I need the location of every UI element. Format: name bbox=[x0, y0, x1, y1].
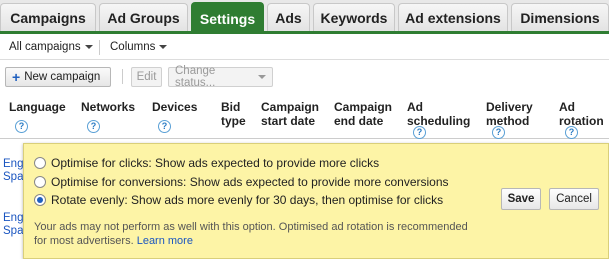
tab-ad-extensions[interactable]: Ad extensions bbox=[398, 3, 508, 31]
radio-optimise-clicks[interactable] bbox=[34, 157, 46, 169]
ad-rotation-popup: Optimise for clicks: Show ads expected t… bbox=[23, 143, 609, 259]
column-rotation-line2: rotation bbox=[559, 114, 604, 128]
row-language-line1: Eng bbox=[3, 158, 24, 170]
chevron-down-icon bbox=[84, 45, 93, 49]
column-delivery-method[interactable]: Delivery method bbox=[486, 100, 533, 128]
column-campaign-start-date[interactable]: Campaign start date bbox=[261, 100, 319, 128]
column-start-line1: Campaign bbox=[261, 100, 320, 114]
tab-campaigns[interactable]: Campaigns bbox=[0, 3, 96, 31]
column-devices[interactable]: Devices bbox=[152, 100, 197, 114]
column-language[interactable]: Language bbox=[9, 100, 66, 114]
option-rotate-evenly[interactable]: Rotate evenly: Show ads more evenly for … bbox=[34, 193, 443, 207]
columns-dropdown[interactable]: Columns bbox=[110, 41, 168, 53]
divider bbox=[122, 69, 123, 84]
row-language-line1: Eng bbox=[3, 212, 24, 224]
column-bid-type-line1: Bid bbox=[221, 100, 241, 114]
save-button[interactable]: Save bbox=[501, 188, 541, 210]
row-language-line2: Spa bbox=[3, 171, 24, 183]
option-rotate-evenly-label: Rotate evenly: Show ads more evenly for … bbox=[51, 193, 444, 207]
option-optimise-conversions[interactable]: Optimise for conversions: Show ads expec… bbox=[34, 175, 449, 189]
help-icon[interactable]: ? bbox=[492, 126, 505, 139]
tab-bar: Campaigns Ad Groups Settings Ads Keyword… bbox=[0, 0, 609, 34]
all-campaigns-label: All campaigns bbox=[9, 41, 81, 53]
edit-button[interactable]: Edit bbox=[131, 67, 162, 87]
option-optimise-clicks[interactable]: Optimise for clicks: Show ads expected t… bbox=[34, 156, 379, 170]
change-status-dropdown[interactable]: Change status... bbox=[168, 65, 273, 89]
filter-toolbar: All campaigns Columns bbox=[0, 37, 609, 60]
help-icon[interactable]: ? bbox=[158, 120, 171, 133]
option-optimise-conversions-label: Optimise for conversions: Show ads expec… bbox=[51, 175, 449, 189]
help-icon[interactable]: ? bbox=[413, 126, 426, 139]
column-end-line1: Campaign bbox=[334, 100, 393, 114]
column-scheduling-line1: Ad bbox=[407, 100, 423, 114]
rotation-note: Your ads may not perform as well with th… bbox=[34, 220, 474, 248]
help-icon[interactable]: ? bbox=[565, 126, 578, 139]
table-header: Language ? Networks ? Devices ? Bid type… bbox=[0, 92, 609, 139]
plus-icon: + bbox=[12, 69, 21, 85]
all-campaigns-dropdown[interactable]: All campaigns bbox=[9, 41, 93, 53]
column-ad-rotation[interactable]: Ad rotation bbox=[559, 100, 604, 128]
divider bbox=[99, 40, 100, 55]
tab-dimensions[interactable]: Dimensions bbox=[511, 3, 609, 31]
table-row[interactable]: Eng Spa bbox=[3, 158, 23, 184]
new-campaign-label: New campaign bbox=[24, 71, 101, 83]
tab-keywords[interactable]: Keywords bbox=[313, 3, 395, 31]
radio-optimise-conversions[interactable] bbox=[34, 176, 46, 188]
row-language-line2: Spa bbox=[3, 225, 24, 237]
cancel-button[interactable]: Cancel bbox=[549, 188, 599, 210]
column-delivery-line2: method bbox=[486, 114, 530, 128]
column-start-line2: start date bbox=[261, 114, 316, 128]
option-optimise-clicks-label: Optimise for clicks: Show ads expected t… bbox=[51, 156, 380, 170]
column-networks[interactable]: Networks bbox=[81, 100, 135, 114]
chevron-down-icon bbox=[258, 75, 266, 79]
column-ad-scheduling[interactable]: Ad scheduling bbox=[407, 100, 470, 128]
new-campaign-button[interactable]: + New campaign bbox=[5, 67, 111, 87]
column-bid-type-line2: type bbox=[221, 114, 246, 128]
column-delivery-line1: Delivery bbox=[486, 100, 533, 114]
radio-rotate-evenly[interactable] bbox=[34, 194, 46, 206]
column-end-line2: end date bbox=[334, 114, 384, 128]
columns-label: Columns bbox=[110, 41, 156, 53]
help-icon[interactable]: ? bbox=[87, 120, 100, 133]
tab-ad-groups[interactable]: Ad Groups bbox=[99, 3, 188, 31]
tab-settings[interactable]: Settings bbox=[191, 2, 264, 34]
column-rotation-line1: Ad bbox=[559, 100, 575, 114]
chevron-down-icon bbox=[159, 45, 168, 49]
learn-more-link[interactable]: Learn more bbox=[137, 235, 193, 247]
action-toolbar: + New campaign Edit Change status... bbox=[0, 60, 609, 90]
column-campaign-end-date[interactable]: Campaign end date bbox=[334, 100, 392, 128]
column-bid-type[interactable]: Bid type bbox=[221, 100, 246, 128]
change-status-label: Change status... bbox=[175, 65, 216, 89]
table-row[interactable]: Eng Spa bbox=[3, 212, 23, 238]
tab-ads[interactable]: Ads bbox=[267, 3, 310, 31]
rotation-note-text: Your ads may not perform as well with th… bbox=[34, 221, 468, 247]
help-icon[interactable]: ? bbox=[15, 120, 28, 133]
